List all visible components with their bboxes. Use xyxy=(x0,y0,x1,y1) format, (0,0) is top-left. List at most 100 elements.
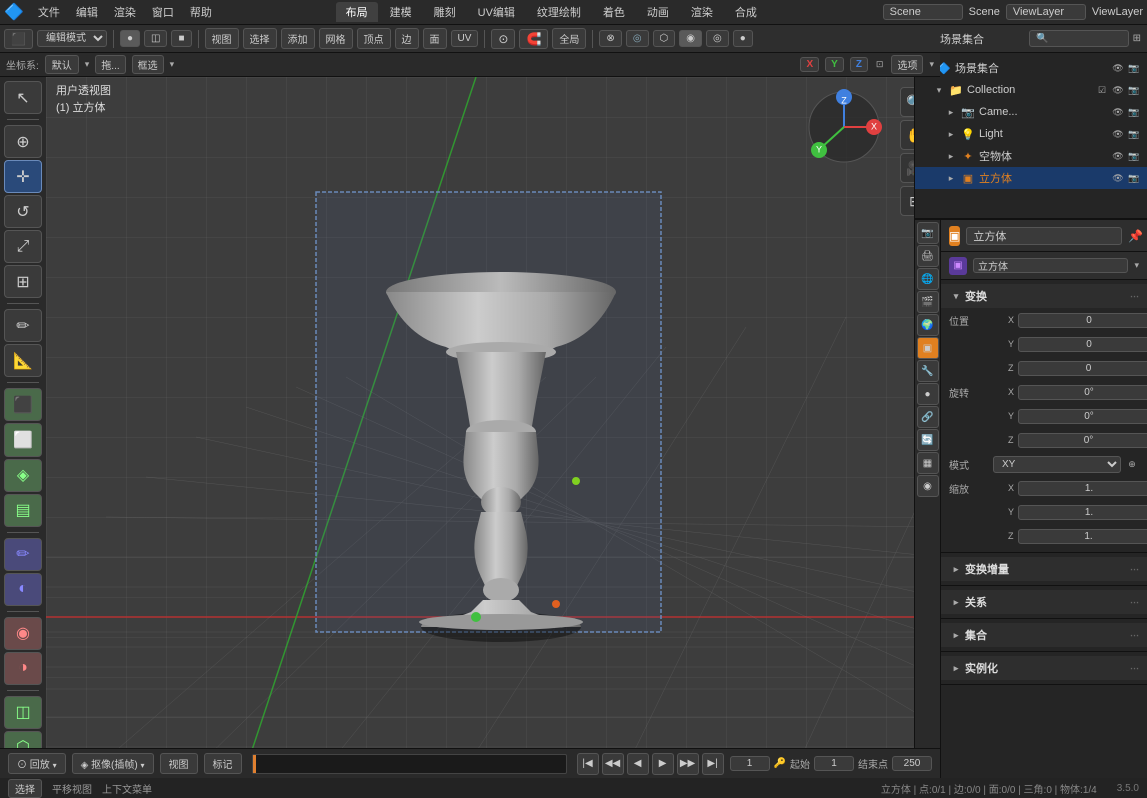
col-eye-icon[interactable]: 👁 xyxy=(1111,83,1125,97)
outliner-empty[interactable]: ▸ ✦ 空物体 👁 📷 xyxy=(915,145,1147,167)
z-axis-btn[interactable]: Z xyxy=(850,57,868,72)
cam-eye-icon[interactable]: 👁 xyxy=(1111,105,1125,119)
draw-btn[interactable]: ✏ xyxy=(4,538,42,571)
prop-relations-header[interactable]: ▸ 关系 ⋯ xyxy=(941,590,1147,614)
transform-tool-btn[interactable]: ⊞ xyxy=(4,265,42,298)
outliner-camera[interactable]: ▸ 📷 Came... 👁 📷 xyxy=(915,101,1147,123)
smooth-btn[interactable]: ◐ xyxy=(4,573,42,606)
prop-tab-render[interactable]: 📷 xyxy=(917,222,939,244)
prop-tab-constraints[interactable]: 🔄 xyxy=(917,429,939,451)
tab-layout[interactable]: 布局 xyxy=(336,2,378,22)
end-frame-input[interactable] xyxy=(892,756,932,771)
viewport-gizmo[interactable]: Z X Y xyxy=(804,87,884,167)
empty-eye-icon[interactable]: 👁 xyxy=(1111,149,1125,163)
coord-system-select[interactable]: 默认 xyxy=(45,55,79,74)
col-render-icon[interactable]: 📷 xyxy=(1127,83,1141,97)
loopcut-btn[interactable]: ▤ xyxy=(4,494,42,527)
expand-icon-cube[interactable]: ▸ xyxy=(945,172,957,184)
scale-tool-btn[interactable]: ⤢ xyxy=(4,230,42,263)
cam-render-icon[interactable]: 📷 xyxy=(1127,105,1141,119)
x-axis-btn[interactable]: X xyxy=(800,57,819,72)
uv-menu-btn[interactable]: UV xyxy=(451,30,479,47)
pos-x-input[interactable] xyxy=(1018,313,1147,328)
shading-mat-btn[interactable]: ◎ xyxy=(706,30,729,47)
collections-options-icon[interactable]: ⋯ xyxy=(1130,630,1139,641)
scene-render-icon[interactable]: 📷 xyxy=(1127,61,1141,75)
play-btn[interactable]: ▶ xyxy=(652,753,674,775)
expand-icon-light[interactable]: ▸ xyxy=(945,128,957,140)
play-back-btn[interactable]: ◀ xyxy=(627,753,649,775)
vertex-select-btn[interactable]: ● xyxy=(120,30,140,47)
instances-options-icon[interactable]: ⋯ xyxy=(1130,663,1139,674)
mesh-menu-btn[interactable]: 网格 xyxy=(319,28,353,49)
global-btn[interactable]: 全局 xyxy=(552,28,586,49)
face-select-btn[interactable]: ■ xyxy=(171,30,191,47)
scene-eye-icon[interactable]: 👁 xyxy=(1111,61,1125,75)
jump-start-btn[interactable]: |◀ xyxy=(577,753,599,775)
tab-animation[interactable]: 动画 xyxy=(637,2,679,22)
light-render-icon[interactable]: 📷 xyxy=(1127,127,1141,141)
tab-sculpt[interactable]: 雕刻 xyxy=(424,2,466,22)
edge-select-btn[interactable]: ◫ xyxy=(144,30,167,47)
tab-texture-paint[interactable]: 纹理绘制 xyxy=(527,2,591,22)
menu-render[interactable]: 渲染 xyxy=(106,2,144,22)
start-frame-input[interactable] xyxy=(814,756,854,771)
cube-render-icon[interactable]: 📷 xyxy=(1127,171,1141,185)
empty-render-icon[interactable]: 📷 xyxy=(1127,149,1141,163)
prop-tab-physics[interactable]: 🔗 xyxy=(917,406,939,428)
next-keyframe-btn[interactable]: ▶▶ xyxy=(677,753,699,775)
scale-x-input[interactable] xyxy=(1018,481,1147,496)
outliner-filter-icon[interactable]: ⊞ xyxy=(1133,33,1141,44)
interp-btn[interactable]: ◈ 抠像(插帧) ▾ xyxy=(72,753,154,774)
shading-solid-btn[interactable]: ◉ xyxy=(679,30,702,47)
rot-y-input[interactable] xyxy=(1018,409,1147,424)
outliner-light[interactable]: ▸ 💡 Light 👁 📷 xyxy=(915,123,1147,145)
menu-help[interactable]: 帮助 xyxy=(182,2,220,22)
outliner-cube[interactable]: ▸ ▣ 立方体 👁 📷 xyxy=(915,167,1147,189)
shading-render-btn[interactable]: ● xyxy=(733,30,753,47)
col-checkbox-icon[interactable]: ☑ xyxy=(1095,83,1109,97)
tab-render[interactable]: 渲染 xyxy=(681,2,723,22)
drag-btn[interactable]: 拖... xyxy=(95,55,125,74)
scale-z-input[interactable] xyxy=(1018,529,1147,544)
vertex-menu-btn[interactable]: 顶点 xyxy=(357,28,391,49)
proportional-btn[interactable]: ⊙ xyxy=(491,29,515,49)
pos-y-input[interactable] xyxy=(1018,337,1147,352)
rotate-tool-btn[interactable]: ↺ xyxy=(4,195,42,228)
menu-edit[interactable]: 编辑 xyxy=(68,2,106,22)
box1-btn[interactable]: ◫ xyxy=(4,696,42,729)
outliner-scene-collection[interactable]: ▾ 🔷 场景集合 👁 📷 xyxy=(915,57,1147,79)
outliner-search-input[interactable] xyxy=(1029,30,1128,47)
outliner-collection[interactable]: ▾ 📁 Collection ☑ 👁 📷 xyxy=(915,79,1147,101)
playback-mode-btn[interactable]: ⊙ 回放 ▾ xyxy=(8,753,66,774)
prop-tab-modifier[interactable]: 🔧 xyxy=(917,360,939,382)
cursor-tool-btn[interactable]: ⊕ xyxy=(4,125,42,158)
prop-collections-header[interactable]: ▸ 集合 ⋯ xyxy=(941,623,1147,647)
extrude-btn[interactable]: ⬛ xyxy=(4,388,42,421)
scale-y-input[interactable] xyxy=(1018,505,1147,520)
xray-btn[interactable]: ◎ xyxy=(626,30,649,47)
cube-eye-icon[interactable]: 👁 xyxy=(1111,171,1125,185)
shading-wire-btn[interactable]: ⬡ xyxy=(653,30,676,47)
select-tool-btn[interactable]: ↖ xyxy=(4,81,42,114)
viewlayer-name-input[interactable] xyxy=(1006,4,1086,20)
edge-menu-btn[interactable]: 边 xyxy=(395,28,419,49)
bevel-btn[interactable]: ◈ xyxy=(4,459,42,492)
rot-x-input[interactable] xyxy=(1018,385,1147,400)
view-btn[interactable]: 视图 xyxy=(160,753,198,774)
tab-shading[interactable]: 着色 xyxy=(593,2,635,22)
edit-mode-select[interactable]: 编辑模式 xyxy=(37,30,107,47)
prop-tab-material[interactable]: ◉ xyxy=(917,475,939,497)
select-options-btn[interactable]: 选项 xyxy=(891,55,923,74)
measure-btn[interactable]: 📐 xyxy=(4,344,42,377)
scene-name-input[interactable] xyxy=(883,4,963,20)
select-status-btn[interactable]: 选择 xyxy=(8,779,42,798)
prop-pin-icon[interactable]: 📌 xyxy=(1128,226,1143,246)
pos-z-input[interactable] xyxy=(1018,361,1147,376)
expand-icon-empty[interactable]: ▸ xyxy=(945,150,957,162)
transform-options-icon[interactable]: ⋯ xyxy=(1130,291,1139,302)
prop-tab-data[interactable]: ▦ xyxy=(917,452,939,474)
tab-compositing[interactable]: 合成 xyxy=(725,2,767,22)
rot-z-input[interactable] xyxy=(1018,433,1147,448)
relations-options-icon[interactable]: ⋯ xyxy=(1130,597,1139,608)
